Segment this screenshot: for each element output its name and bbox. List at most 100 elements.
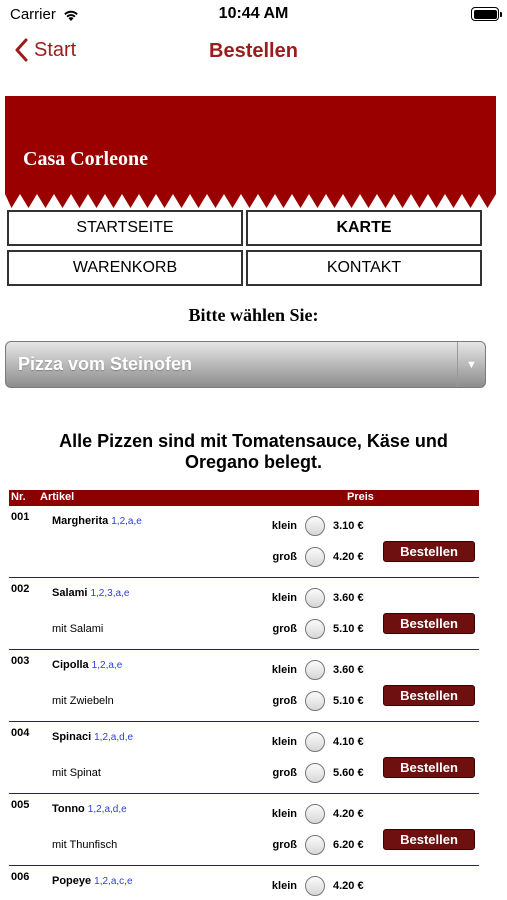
size-small: klein 4.20 € xyxy=(252,802,376,826)
price-large: 6.20 € xyxy=(333,839,364,851)
size-small-radio[interactable] xyxy=(305,732,325,752)
item-description: mit Salami xyxy=(52,623,104,635)
item-name: Salami xyxy=(52,587,88,599)
table-row: 003 Cipolla 1,2,a,e mit Zwiebeln klein 3.… xyxy=(9,650,479,722)
size-small: klein 3.60 € xyxy=(252,586,376,610)
item-title: Margherita 1,2,a,e xyxy=(52,515,142,527)
price-large: 5.60 € xyxy=(333,767,364,779)
item-allergens[interactable]: 1,2,a,e xyxy=(111,516,142,527)
size-small: klein 3.10 € xyxy=(252,514,376,538)
order-button[interactable]: Bestellen xyxy=(383,829,475,850)
order-button[interactable]: Bestellen xyxy=(383,757,475,778)
header-nr: Nr. xyxy=(11,491,26,503)
size-large: groß 6.20 € xyxy=(252,833,376,857)
item-name: Tonno xyxy=(52,803,85,815)
header-artikel: Artikel xyxy=(40,491,75,503)
size-small-radio[interactable] xyxy=(305,516,325,536)
category-select[interactable]: Pizza vom Steinofen ▼ xyxy=(5,341,486,388)
size-small-label: klein xyxy=(271,808,297,820)
size-large-radio[interactable] xyxy=(305,547,325,567)
size-large-label: groß xyxy=(272,695,297,707)
pizza-note: Alle Pizzen sind mit Tomatensauce, Käse … xyxy=(59,431,448,472)
order-button[interactable]: Bestellen xyxy=(383,541,475,562)
size-large-label: groß xyxy=(272,767,297,779)
table-row: 002 Salami 1,2,3,a,e mit Salami klein 3.6… xyxy=(9,578,479,650)
size-small-label: klein xyxy=(271,520,297,532)
price-large: 5.10 € xyxy=(333,623,364,635)
item-allergens[interactable]: 1,2,a,c,e xyxy=(94,876,132,887)
size-small: klein 4.10 € xyxy=(252,730,376,754)
item-title: Spinaci 1,2,a,d,e xyxy=(52,731,133,743)
price-small: 3.10 € xyxy=(333,520,364,532)
main-menu: STARTSEITE KARTE WARENKORB KONTAKT xyxy=(7,210,482,286)
item-number: 003 xyxy=(11,655,30,667)
size-small-label: klein xyxy=(271,664,297,676)
restaurant-name: Casa Corleone xyxy=(23,148,148,170)
size-small: klein 3.60 € xyxy=(252,658,376,682)
header-preis: Preis xyxy=(347,491,374,503)
size-large-radio[interactable] xyxy=(305,691,325,711)
size-large-label: groß xyxy=(272,839,297,851)
size-large-label: groß xyxy=(272,623,297,635)
size-large-radio[interactable] xyxy=(305,835,325,855)
item-description: mit Spinat xyxy=(52,767,101,779)
menu-warenkorb-button[interactable]: WARENKORB xyxy=(7,250,243,286)
item-number: 005 xyxy=(11,799,30,811)
table-row: 005 Tonno 1,2,a,d,e mit Thunfisch klein 4… xyxy=(9,794,479,866)
size-small: klein 4.20 € xyxy=(252,874,376,898)
item-title: Popeye 1,2,a,c,e xyxy=(52,875,133,887)
price-small: 4.10 € xyxy=(333,736,364,748)
item-allergens[interactable]: 1,2,3,a,e xyxy=(90,588,129,599)
order-button[interactable]: Bestellen xyxy=(383,685,475,706)
order-button[interactable]: Bestellen xyxy=(383,613,475,634)
table-row: 004 Spinaci 1,2,a,d,e mit Spinat klein 4.… xyxy=(9,722,479,794)
size-large-radio[interactable] xyxy=(305,763,325,783)
item-number: 001 xyxy=(11,511,30,523)
category-select-value: Pizza vom Steinofen xyxy=(18,354,193,374)
item-allergens[interactable]: 1,2,a,e xyxy=(92,660,123,671)
size-small-radio[interactable] xyxy=(305,660,325,680)
item-description: mit Thunfisch xyxy=(52,839,118,851)
size-large: groß 5.10 € xyxy=(252,617,376,641)
navigation-bar: Start Bestellen xyxy=(0,34,507,74)
price-small: 3.60 € xyxy=(333,592,364,604)
item-allergens[interactable]: 1,2,a,d,e xyxy=(94,732,133,743)
item-title: Salami 1,2,3,a,e xyxy=(52,587,129,599)
item-name: Cipolla xyxy=(52,659,89,671)
size-small-label: klein xyxy=(271,880,297,892)
size-large-radio[interactable] xyxy=(305,619,325,639)
menu-karte-button[interactable]: KARTE xyxy=(246,210,482,246)
item-allergens[interactable]: 1,2,a,d,e xyxy=(88,804,127,815)
item-name: Popeye xyxy=(52,875,92,887)
status-bar: Carrier 10:44 AM xyxy=(0,0,507,30)
price-small: 3.60 € xyxy=(333,664,364,676)
price-small: 4.20 € xyxy=(333,808,364,820)
item-description: mit Zwiebeln xyxy=(52,695,114,707)
table-header: Nr. Artikel Preis xyxy=(9,490,479,506)
pizza-list: 001 Margherita 1,2,a,e klein 3.10 € groß … xyxy=(9,506,479,900)
nav-title: Bestellen xyxy=(209,40,298,62)
item-name: Margherita xyxy=(52,515,109,527)
menu-startseite-button[interactable]: STARTSEITE xyxy=(7,210,243,246)
dropdown-arrow-icon: ▼ xyxy=(457,342,485,387)
item-title: Cipolla 1,2,a,e xyxy=(52,659,122,671)
table-row: 001 Margherita 1,2,a,e klein 3.10 € groß … xyxy=(9,506,479,578)
menu-kontakt-button[interactable]: KONTAKT xyxy=(246,250,482,286)
size-small-radio[interactable] xyxy=(305,804,325,824)
size-large-label: groß xyxy=(272,551,297,563)
item-number: 004 xyxy=(11,727,30,739)
battery-icon xyxy=(471,7,502,21)
size-small-label: klein xyxy=(271,736,297,748)
price-small: 4.20 € xyxy=(333,880,364,892)
price-large: 4.20 € xyxy=(333,551,364,563)
status-time: 10:44 AM xyxy=(218,5,289,22)
size-small-radio[interactable] xyxy=(305,588,325,608)
item-number: 006 xyxy=(11,871,30,883)
item-number: 002 xyxy=(11,583,30,595)
size-small-radio[interactable] xyxy=(305,876,325,896)
size-large: groß 4.20 € xyxy=(252,545,376,569)
choose-label: Bitte wählen Sie: xyxy=(188,305,319,325)
price-large: 5.10 € xyxy=(333,695,364,707)
item-name: Spinaci xyxy=(52,731,92,743)
size-small-label: klein xyxy=(271,592,297,604)
